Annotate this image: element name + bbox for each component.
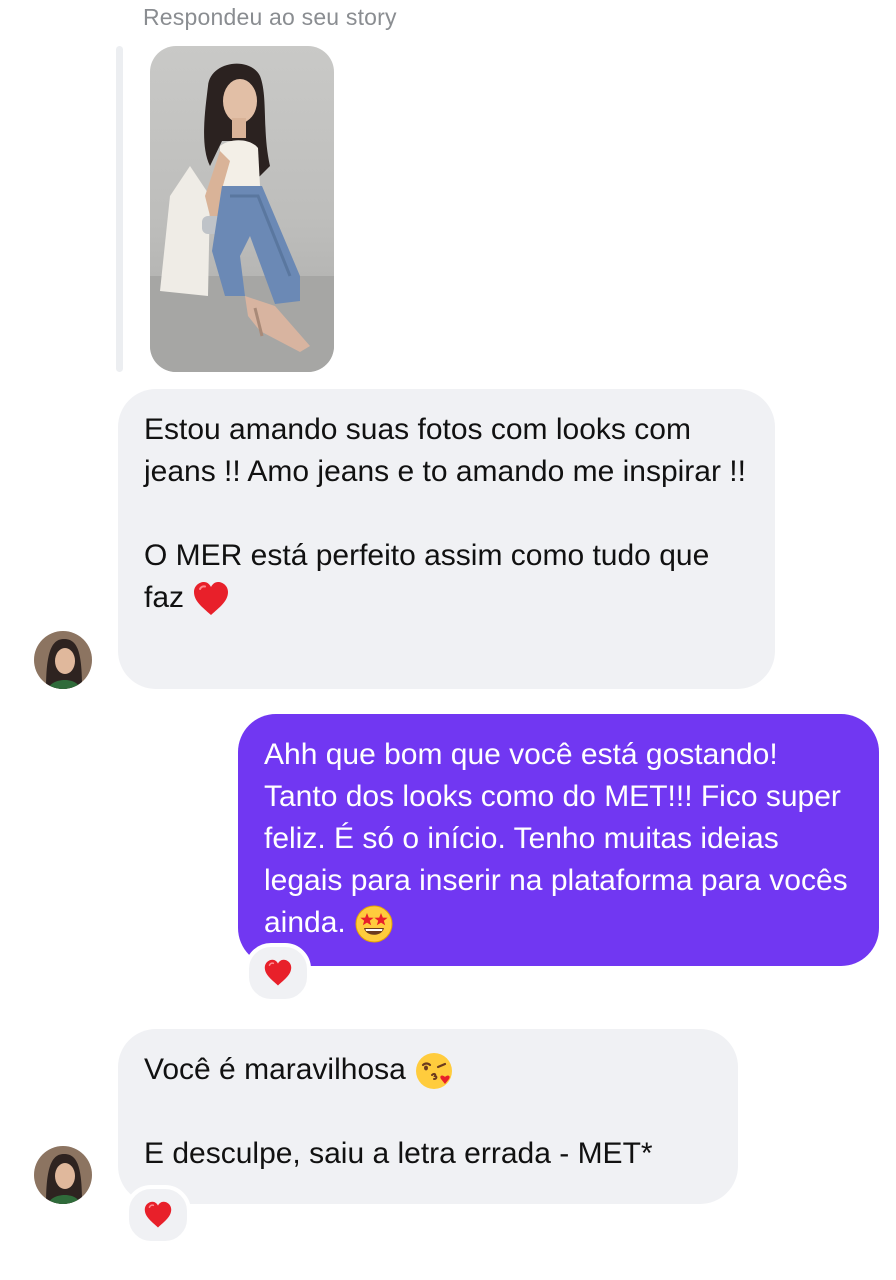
story-thumbnail[interactable] (150, 46, 334, 372)
message-text: E desculpe, saiu a letra errada - MET* (144, 1137, 653, 1171)
message-text: Estou amando suas fotos com looks com je… (144, 409, 749, 619)
message-text: Ahh que bom que você está gostando! Tant… (264, 734, 853, 944)
message-text: Você é maravilhosa (144, 1049, 712, 1091)
contact-avatar[interactable] (34, 631, 92, 689)
story-photo-woman-in-jeans (150, 63, 334, 372)
avatar-photo (34, 1146, 92, 1204)
story-reply-indicator-line (116, 46, 123, 372)
incoming-message-bubble[interactable]: Estou amando suas fotos com looks com je… (118, 389, 775, 689)
contact-avatar[interactable] (34, 1146, 92, 1204)
red-heart-reaction-icon (264, 959, 292, 986)
face-blowing-kiss-emoji-icon (416, 1053, 453, 1090)
message-reaction[interactable] (245, 943, 311, 1003)
message-reaction[interactable] (125, 1185, 191, 1245)
red-heart-reaction-icon (144, 1201, 172, 1228)
avatar-photo (34, 631, 92, 689)
star-struck-emoji-icon (355, 905, 393, 943)
story-reply-label: Respondeu ao seu story (143, 4, 397, 30)
incoming-message-bubble[interactable]: Você é maravilhosa E desculpe, saiu a le… (118, 1029, 738, 1204)
red-heart-emoji-icon (194, 582, 229, 616)
outgoing-message-bubble[interactable]: Ahh que bom que você está gostando! Tant… (238, 714, 879, 966)
